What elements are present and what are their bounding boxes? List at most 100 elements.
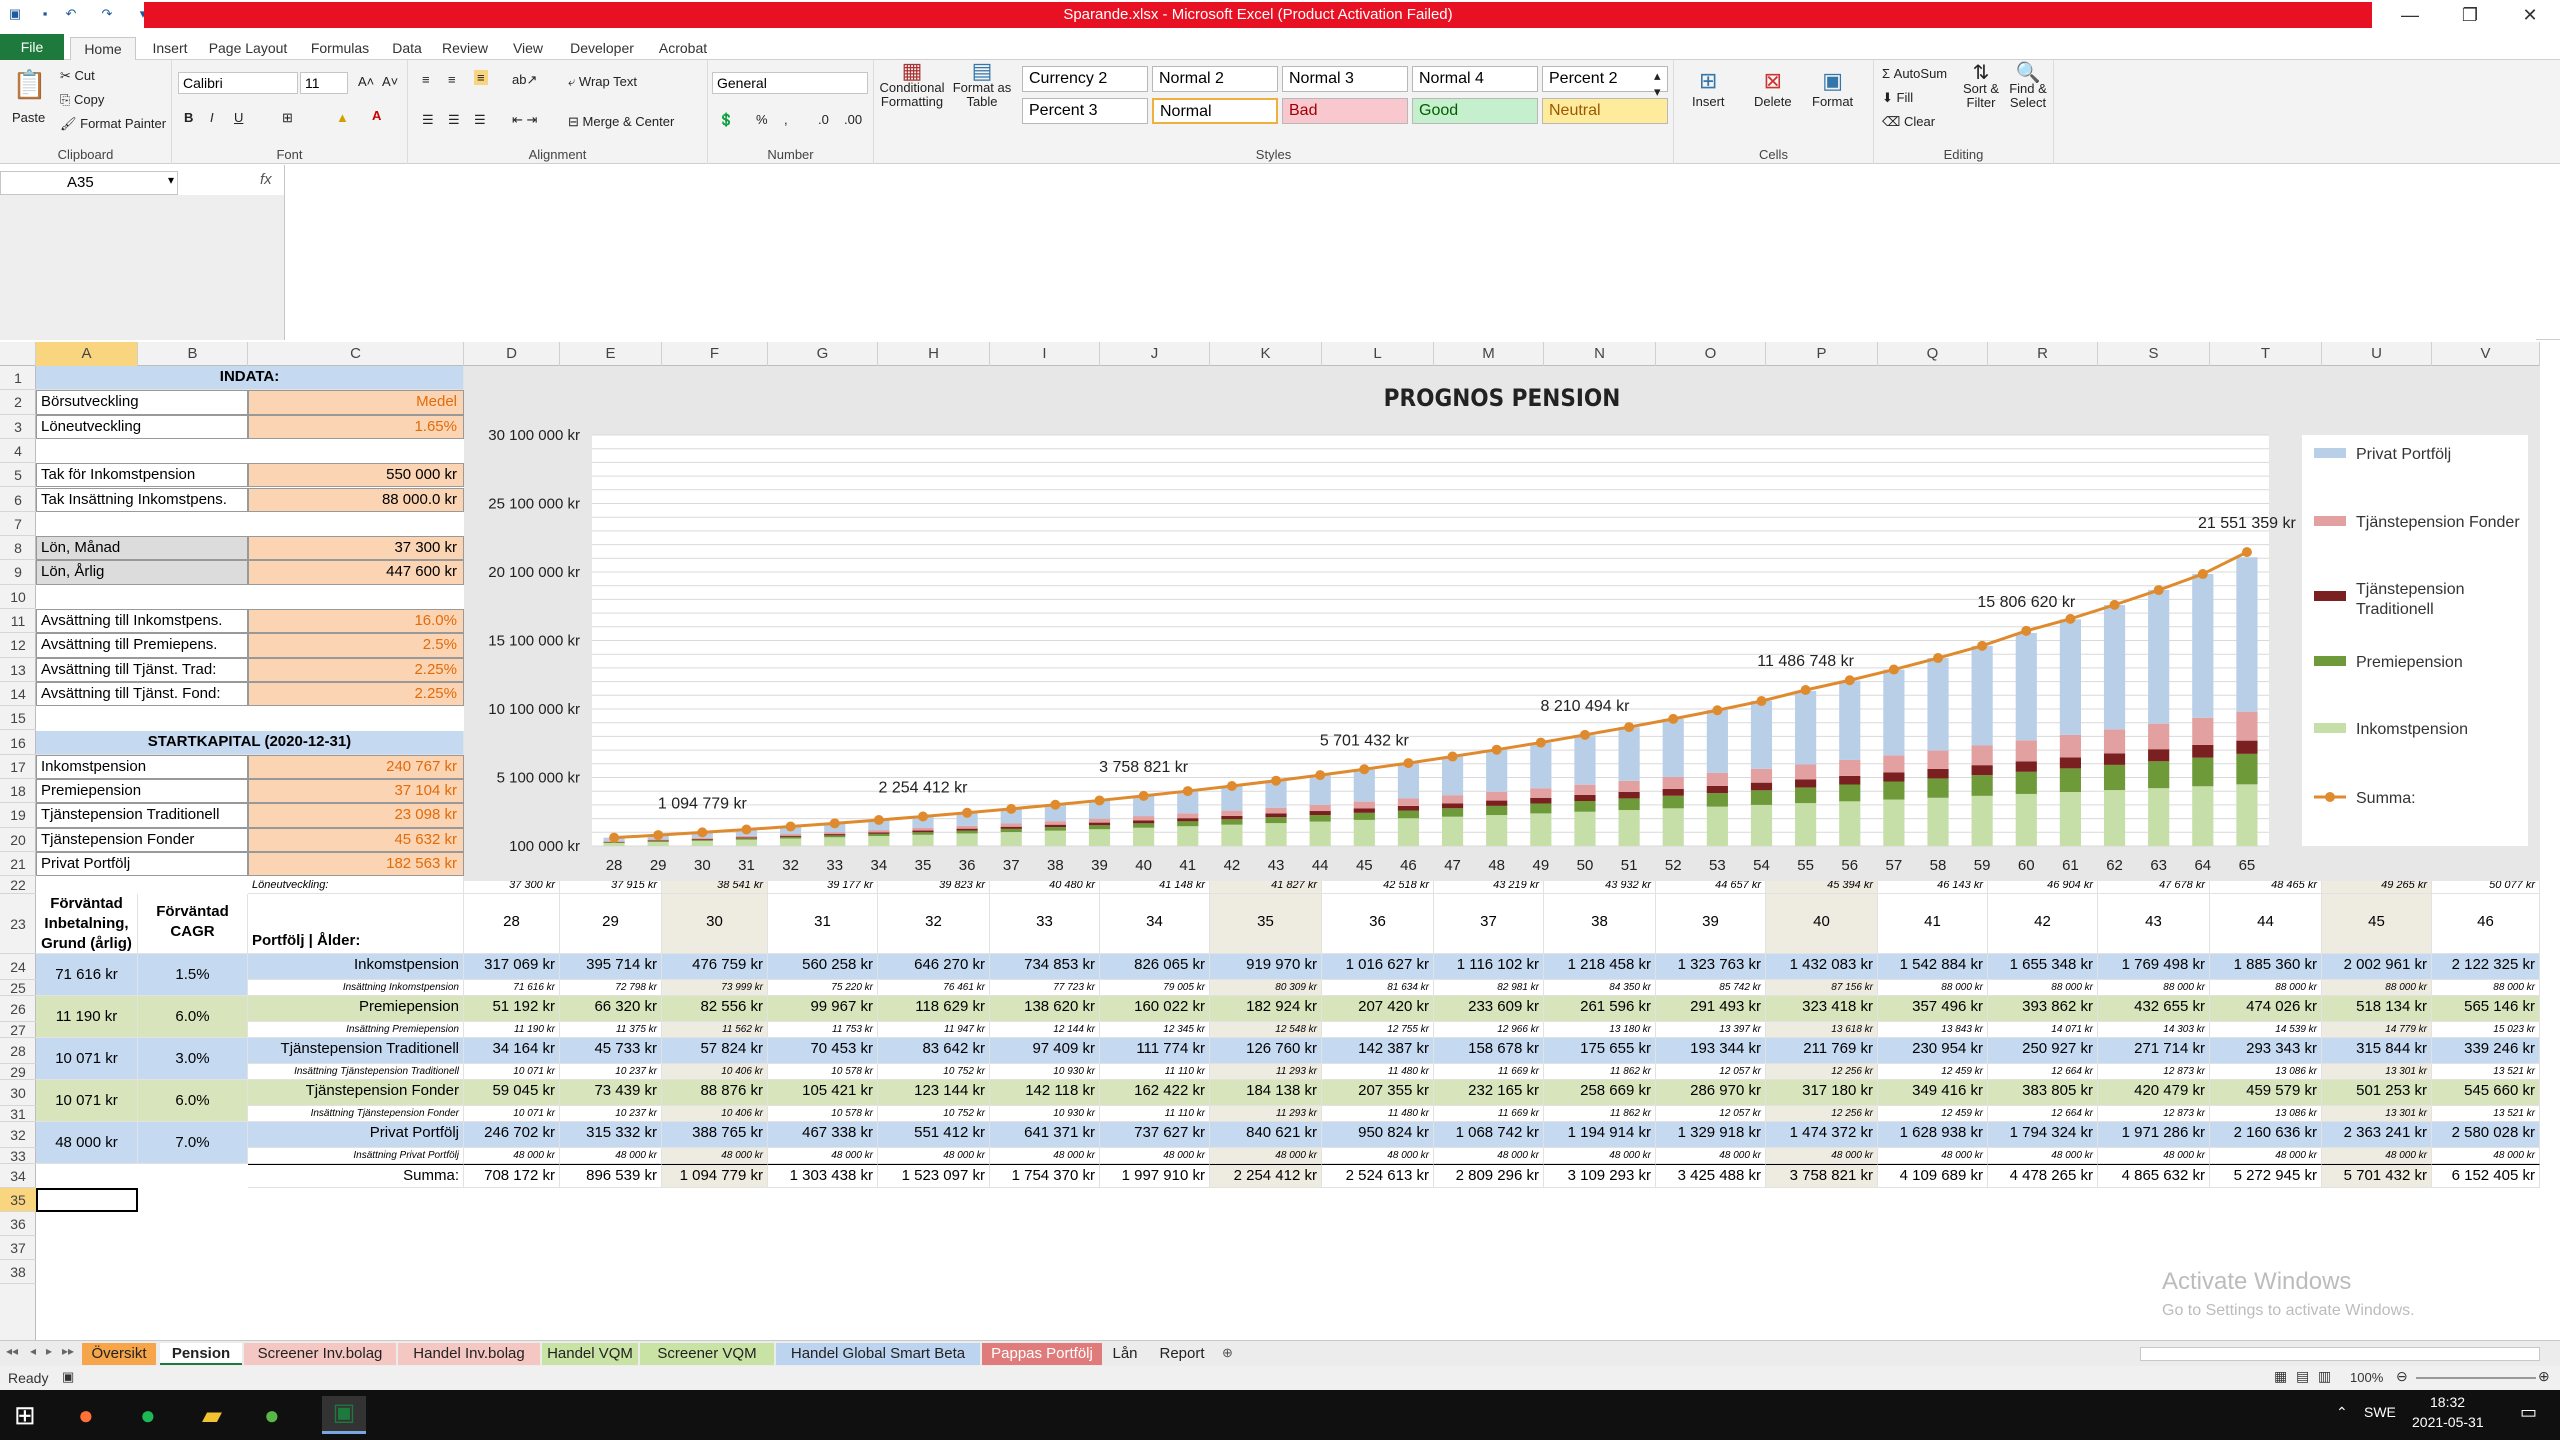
comma-icon[interactable]: , <box>784 112 788 127</box>
deposit-value[interactable]: 10 406 kr <box>662 1106 768 1123</box>
column-header-j[interactable]: J <box>1100 342 1210 366</box>
deposit-value[interactable]: 11 480 kr <box>1322 1106 1434 1123</box>
portfolio-value[interactable]: 1 628 938 kr <box>1878 1122 1988 1149</box>
sum-value[interactable]: 1 997 910 kr <box>1100 1164 1210 1189</box>
new-sheet-icon[interactable]: ⊕ <box>1222 1345 1233 1361</box>
column-header-h[interactable]: H <box>878 342 990 366</box>
tab-review[interactable]: Review <box>430 37 500 60</box>
sum-value[interactable]: 6 152 405 kr <box>2432 1164 2540 1189</box>
row-header[interactable]: 26 <box>0 996 36 1023</box>
zoom-in-icon[interactable]: ⊕ <box>2538 1368 2550 1385</box>
number-format-select[interactable]: General <box>712 72 868 94</box>
age-header[interactable]: 31 <box>768 894 878 955</box>
row-header[interactable]: 16 <box>0 731 36 755</box>
row-header[interactable]: 8 <box>0 536 36 561</box>
align-bottom-icon[interactable]: ≡ <box>474 70 488 85</box>
formula-input[interactable] <box>284 165 2536 340</box>
sort-filter-button[interactable]: ⇅ Sort & Filter <box>1960 63 2002 110</box>
deposit-value[interactable]: 13 521 kr <box>2432 1106 2540 1123</box>
portfolio-value[interactable]: 315 844 kr <box>2322 1038 2432 1065</box>
deposit-value[interactable]: 10 578 kr <box>768 1106 878 1123</box>
deposit-value[interactable]: 80 309 kr <box>1210 980 1322 997</box>
portfolio-value[interactable]: 323 418 kr <box>1766 996 1878 1023</box>
input-label[interactable]: Löneutveckling <box>36 414 248 439</box>
decrease-decimal-icon[interactable]: .00 <box>844 112 862 127</box>
language-indicator[interactable]: SWE <box>2364 1404 2396 1420</box>
deposit-value[interactable]: 12 144 kr <box>990 1022 1100 1039</box>
input-label[interactable]: Lön, Årlig <box>36 560 248 585</box>
sum-value[interactable]: 2 809 296 kr <box>1434 1164 1544 1189</box>
portfolio-value[interactable]: 420 479 kr <box>2098 1080 2210 1107</box>
portfolio-value[interactable]: 501 253 kr <box>2322 1080 2432 1107</box>
portfolio-value[interactable]: 158 678 kr <box>1434 1038 1544 1065</box>
sheet-tab-lån[interactable]: Lån <box>1104 1343 1146 1365</box>
prev-sheet-icon[interactable]: ◂ <box>30 1344 36 1358</box>
deposit-value[interactable]: 12 459 kr <box>1878 1106 1988 1123</box>
row-header[interactable]: 25 <box>0 980 36 997</box>
deposit-value[interactable]: 48 000 kr <box>2098 1148 2210 1165</box>
portfolio-value[interactable]: 142 387 kr <box>1322 1038 1434 1065</box>
deposit-value[interactable]: 12 873 kr <box>2098 1064 2210 1081</box>
select-all-corner[interactable] <box>0 342 36 366</box>
pension-chart[interactable]: PROGNOS PENSION 100 000 kr 5 100 000 kr 10… <box>464 366 2540 881</box>
row-header[interactable]: 7 <box>0 512 36 537</box>
column-header-s[interactable]: S <box>2098 342 2210 366</box>
undo-icon[interactable]: ↶ <box>62 5 80 23</box>
clock-date[interactable]: 2021-05-31 <box>2412 1414 2484 1430</box>
row-header[interactable]: 12 <box>0 633 36 658</box>
deposit-value[interactable]: 12 256 kr <box>1766 1106 1878 1123</box>
row-header[interactable]: 15 <box>0 706 36 731</box>
deposit-value[interactable]: 88 000 kr <box>2322 980 2432 997</box>
age-header[interactable]: 43 <box>2098 894 2210 955</box>
input-label[interactable]: Avsättning till Tjänst. Fond: <box>36 681 248 707</box>
column-header-o[interactable]: O <box>1656 342 1766 366</box>
age-header[interactable]: 35 <box>1210 894 1322 955</box>
portfolio-value[interactable]: 518 134 kr <box>2322 996 2432 1023</box>
deposit-value[interactable]: 13 618 kr <box>1766 1022 1878 1039</box>
row-header[interactable]: 23 <box>0 894 36 955</box>
column-header-v[interactable]: V <box>2432 342 2540 366</box>
zoom-out-icon[interactable]: ⊖ <box>2396 1368 2408 1385</box>
input-value[interactable]: 37 300 kr <box>248 536 464 561</box>
deposit-value[interactable]: 10 752 kr <box>878 1106 990 1123</box>
row-header[interactable]: 33 <box>0 1148 36 1165</box>
sum-value[interactable]: 1 094 779 kr <box>662 1164 768 1189</box>
age-header[interactable]: 36 <box>1322 894 1434 955</box>
portfolio-value[interactable]: 250 927 kr <box>1988 1038 2098 1065</box>
sum-value[interactable]: 5 272 945 kr <box>2210 1164 2322 1189</box>
grow-font-icon[interactable]: A˄ <box>358 74 374 89</box>
cut-button[interactable]: ✂ Cut <box>60 68 95 84</box>
cell-style-normal[interactable]: Normal <box>1152 98 1278 124</box>
portfolio-value[interactable]: 126 760 kr <box>1210 1038 1322 1065</box>
portfolio-value[interactable]: 432 655 kr <box>2098 996 2210 1023</box>
age-header[interactable]: 37 <box>1434 894 1544 955</box>
sum-value[interactable]: 3 758 821 kr <box>1766 1164 1878 1189</box>
deposit-value[interactable]: 12 548 kr <box>1210 1022 1322 1039</box>
portfolio-value[interactable]: 1 769 498 kr <box>2098 954 2210 981</box>
portfolio-value[interactable]: 184 138 kr <box>1210 1080 1322 1107</box>
paste-button[interactable]: Paste <box>12 110 45 125</box>
page-break-view-icon[interactable]: ▥ <box>2318 1368 2331 1385</box>
expected-cagr[interactable]: 7.0% <box>138 1122 248 1165</box>
portfolio-label[interactable]: Privat Portfölj <box>248 1122 464 1149</box>
deposit-value[interactable]: 48 000 kr <box>1544 1148 1656 1165</box>
portfolio-value[interactable]: 118 629 kr <box>878 996 990 1023</box>
active-cell[interactable] <box>36 1188 138 1213</box>
autosum-button[interactable]: Σ AutoSum <box>1882 66 1947 81</box>
input-label[interactable]: Lön, Månad <box>36 536 248 561</box>
deposit-value[interactable]: 12 664 kr <box>1988 1106 2098 1123</box>
deposit-value[interactable]: 77 723 kr <box>990 980 1100 997</box>
age-header[interactable]: 45 <box>2322 894 2432 955</box>
deposit-value[interactable]: 14 539 kr <box>2210 1022 2322 1039</box>
cell-style-good[interactable]: Good <box>1412 98 1538 124</box>
portfolio-value[interactable]: 315 332 kr <box>560 1122 662 1149</box>
deposit-value[interactable]: 11 293 kr <box>1210 1106 1322 1123</box>
deposit-value[interactable]: 13 301 kr <box>2322 1106 2432 1123</box>
row-header[interactable]: 24 <box>0 954 36 981</box>
row-header[interactable]: 37 <box>0 1236 36 1261</box>
input-label[interactable]: Avsättning till Premiepens. <box>36 633 248 658</box>
sum-value[interactable]: 2 524 613 kr <box>1322 1164 1434 1189</box>
portfolio-value[interactable]: 641 371 kr <box>990 1122 1100 1149</box>
deposit-value[interactable]: 88 000 kr <box>2098 980 2210 997</box>
sum-value[interactable]: 1 754 370 kr <box>990 1164 1100 1189</box>
